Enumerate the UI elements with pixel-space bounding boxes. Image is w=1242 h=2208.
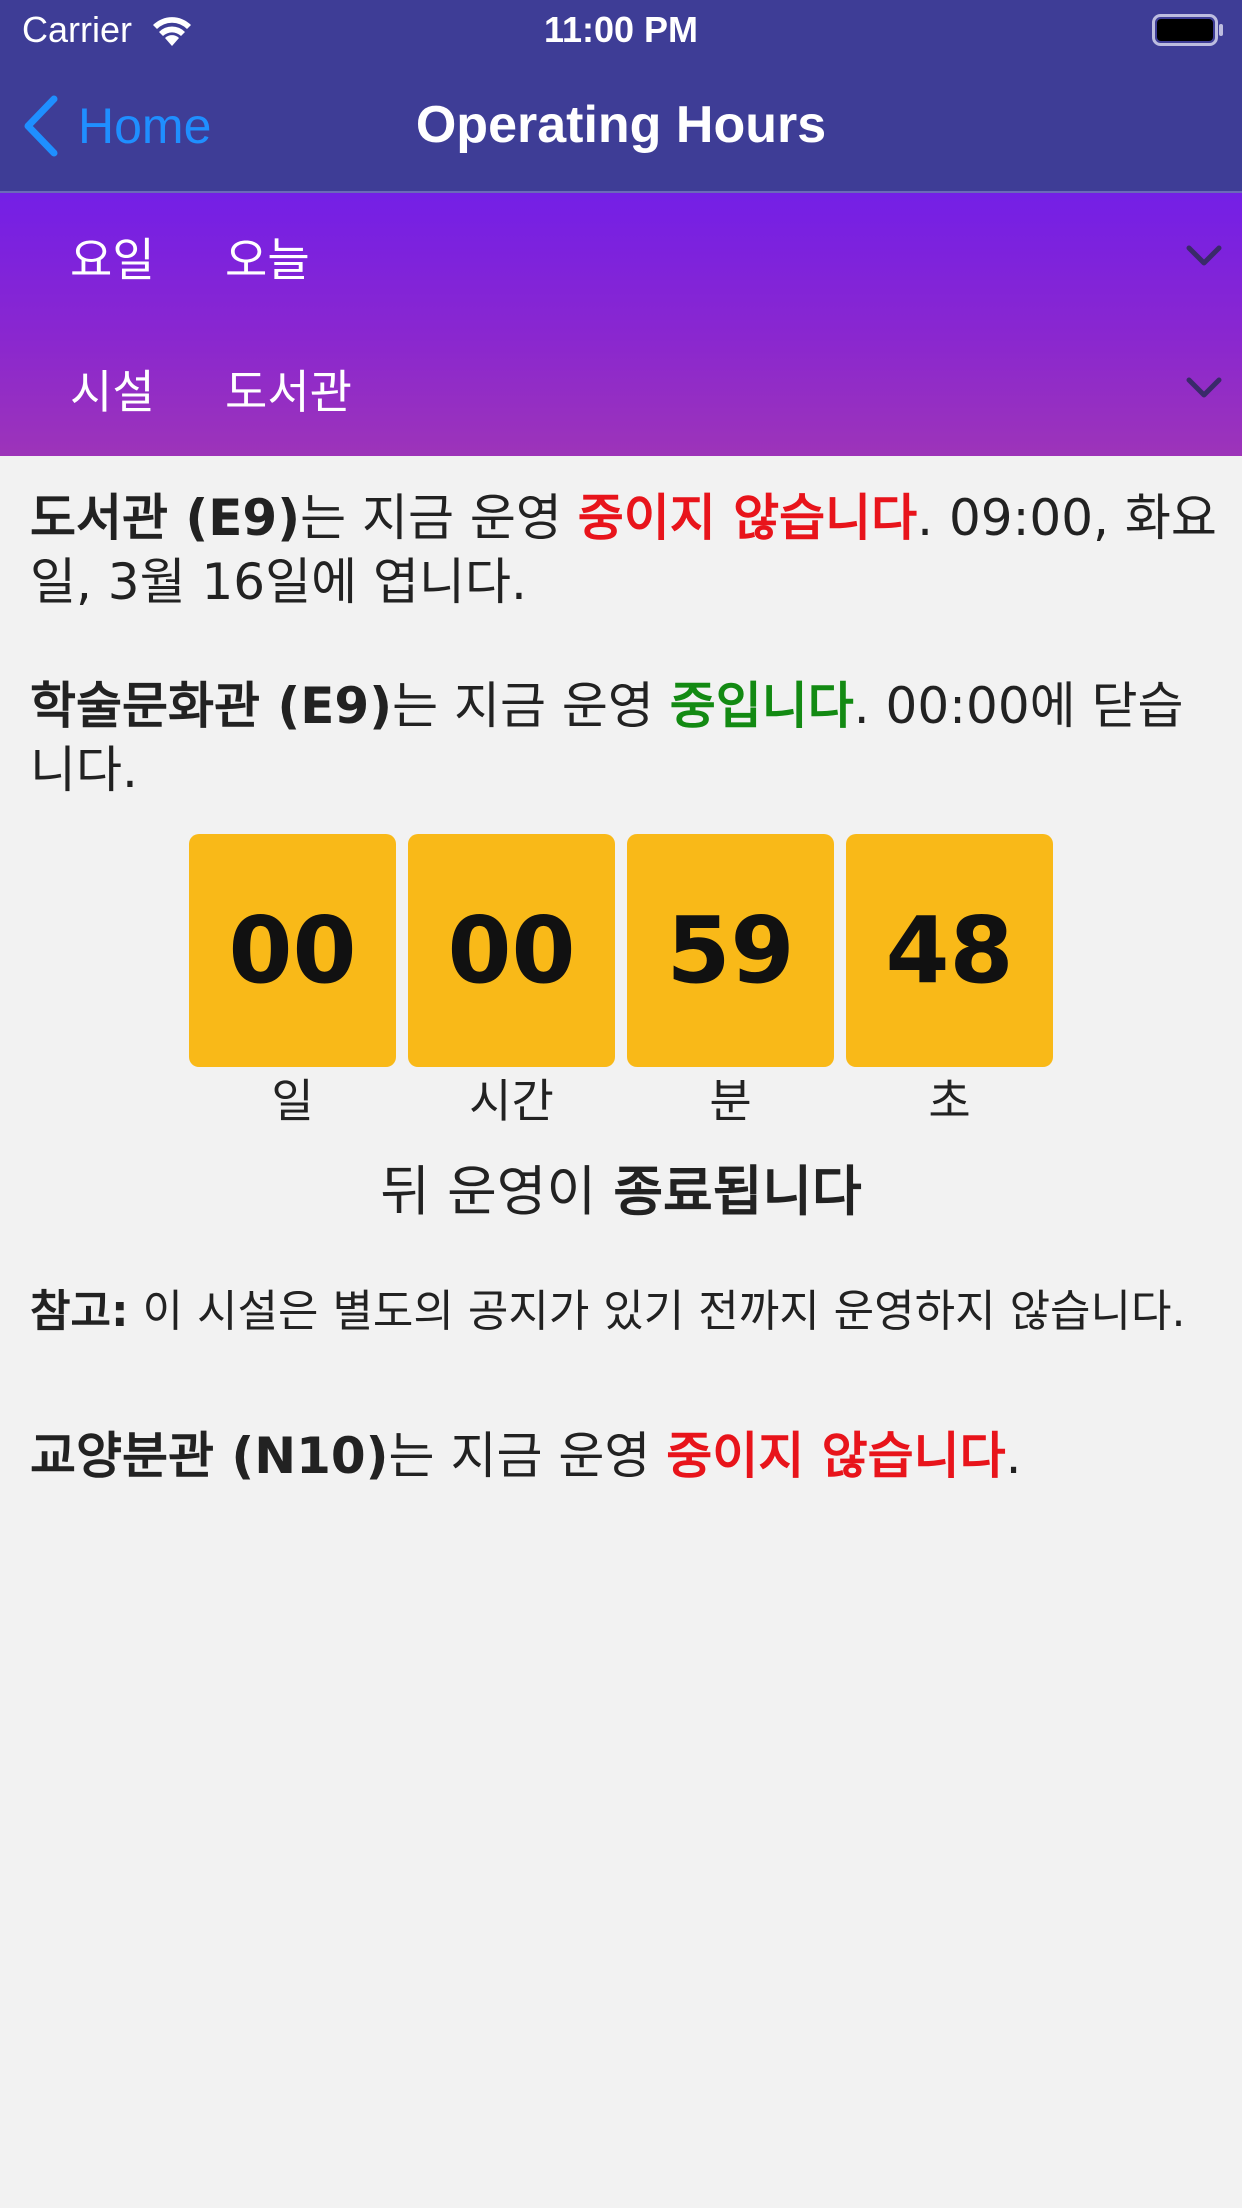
countdown-hours-value: 00	[408, 834, 615, 1067]
day-filter-row[interactable]: 요일 오늘	[0, 193, 1242, 325]
facility-name: 교양분관 (N10)	[30, 1427, 389, 1485]
status-closed: 중이지 않습니다	[577, 489, 918, 547]
facility-filter-value: 도서관	[225, 365, 352, 419]
day-filter-label: 요일	[70, 233, 155, 287]
status-time: 11:00 PM	[543, 9, 699, 50]
countdown-caption-emphasis: 종료됩니다	[613, 1160, 862, 1223]
chevron-down-icon	[1186, 377, 1222, 398]
facility-filter-label: 시설	[70, 365, 155, 419]
facility-name: 학술문화관 (E9)	[30, 677, 393, 735]
facility-status-library: 도서관 (E9)는 지금 운영 중이지 않습니다. 09:00, 화요일, 3월…	[30, 486, 1222, 614]
facility-status-academic-culture-hall: 학술문화관 (E9)는 지금 운영 중입니다. 00:00에 닫습니다.	[30, 674, 1222, 802]
chevron-down-icon	[1186, 245, 1222, 266]
countdown-minutes-value: 59	[627, 834, 834, 1067]
status-bar: Carrier 11:00 PM	[0, 0, 1242, 60]
countdown-days-value: 00	[189, 834, 396, 1067]
facility-status-liberal-arts-branch: 교양분관 (N10)는 지금 운영 중이지 않습니다.	[30, 1424, 1222, 1488]
facility-name: 도서관 (E9)	[30, 489, 301, 547]
day-filter-value: 오늘	[225, 233, 310, 287]
status-connector: 는 지금 운영	[300, 489, 578, 547]
battery-icon	[1152, 14, 1223, 46]
facility-filter-row[interactable]: 시설 도서관	[0, 325, 1242, 457]
countdown-caption: 뒤 운영이 종료됩니다	[0, 1160, 1242, 1224]
countdown-minutes-unit: 분	[709, 1074, 752, 1128]
countdown-seconds: 48 초	[846, 834, 1053, 1131]
countdown-timer: 00 일 00 시간 59 분 48 초	[189, 834, 1053, 1128]
status-detail: .	[1005, 1427, 1022, 1485]
facility-note: 참고: 이 시설은 별도의 공지가 있기 전까지 운영하지 않습니다.	[30, 1284, 1230, 1340]
page-title: Operating Hours	[415, 96, 827, 154]
countdown-seconds-unit: 초	[928, 1074, 971, 1128]
countdown-caption-text: 뒤 운영이	[380, 1160, 614, 1223]
status-connector: 는 지금 운영	[392, 677, 670, 735]
status-connector: 는 지금 운영	[388, 1427, 667, 1485]
status-open: 중입니다	[669, 677, 854, 735]
note-text: 이 시설은 별도의 공지가 있기 전까지 운영하지 않습니다.	[128, 1286, 1186, 1337]
navigation-bar: Home Operating Hours	[0, 60, 1242, 193]
countdown-minutes: 59 분	[627, 834, 834, 1131]
status-closed: 중이지 않습니다	[666, 1427, 1006, 1485]
countdown-seconds-value: 48	[846, 834, 1053, 1067]
countdown-hours-unit: 시간	[469, 1074, 554, 1128]
countdown-days: 00 일	[189, 834, 396, 1131]
note-label: 참고:	[30, 1286, 129, 1337]
filter-panel: 요일 오늘 시설 도서관	[0, 193, 1242, 456]
countdown-days-unit: 일	[271, 1074, 314, 1128]
countdown-hours: 00 시간	[408, 834, 615, 1131]
